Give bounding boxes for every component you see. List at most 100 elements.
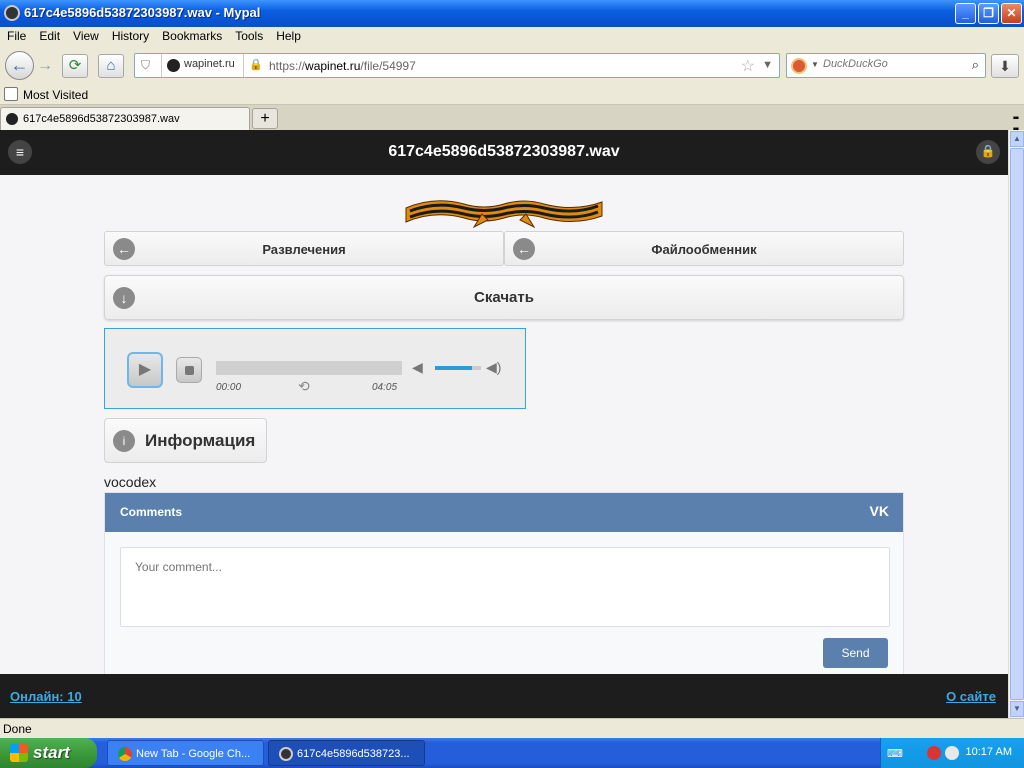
- menu-bookmarks[interactable]: Bookmarks: [155, 27, 228, 43]
- home-icon: ⌂: [106, 57, 116, 74]
- web-content: ≡ 617c4e5896d53872303987.wav 🔒 ← Развлеч…: [0, 130, 1008, 718]
- repeat-icon[interactable]: ⟲: [298, 378, 310, 395]
- taskbar-item-chrome[interactable]: New Tab - Google Ch...: [107, 740, 264, 766]
- home-button[interactable]: ⌂: [98, 54, 124, 78]
- play-icon: ▶: [138, 361, 152, 378]
- comment-input[interactable]: [120, 547, 890, 627]
- minimize-button[interactable]: _: [955, 3, 976, 24]
- tab-active[interactable]: 617c4e5896d53872303987.wav: [0, 107, 250, 130]
- taskbar-item-label: 617c4e5896d538723...: [297, 748, 410, 760]
- send-comment-button[interactable]: Send: [823, 638, 888, 668]
- menu-edit[interactable]: Edit: [32, 27, 66, 43]
- volume-max-icon[interactable]: ◀): [486, 359, 501, 376]
- close-button[interactable]: ✕: [1001, 3, 1022, 24]
- reload-button[interactable]: ⟳: [62, 54, 88, 78]
- stop-button[interactable]: [176, 357, 202, 383]
- comments-title: Comments: [120, 505, 183, 519]
- scroll-down-icon[interactable]: ▼: [1010, 701, 1024, 717]
- audio-player: ▶ 00:00 ⟲ 04:05 ◀ ◀): [104, 328, 526, 409]
- tab-title: 617c4e5896d53872303987.wav: [23, 113, 180, 125]
- menu-bar: File Edit View History Bookmarks Tools Help: [0, 27, 1024, 46]
- search-engine-dropdown-icon[interactable]: ▼: [811, 60, 819, 69]
- menu-history[interactable]: History: [105, 27, 155, 43]
- site-identity-label: wapinet.ru: [184, 58, 235, 70]
- url-prefix: https://: [269, 59, 306, 73]
- category-button-file-exchange[interactable]: ← Файлообменник: [504, 231, 904, 266]
- mute-icon[interactable]: ◀: [412, 359, 423, 376]
- seek-bar[interactable]: [216, 361, 402, 375]
- windows-logo-icon: [10, 744, 28, 762]
- online-users-link[interactable]: Онлайн: 10: [10, 689, 82, 704]
- volume-icon[interactable]: [945, 746, 959, 760]
- info-button[interactable]: i Информация: [104, 418, 267, 463]
- status-bar: Done: [0, 718, 1024, 738]
- about-site-link[interactable]: О сайте: [946, 689, 996, 704]
- new-tab-button[interactable]: +: [252, 108, 278, 129]
- system-tray: ⌨ 10:17 AM: [880, 738, 1024, 768]
- search-bar[interactable]: ▼ ⌕: [786, 53, 986, 78]
- menu-help[interactable]: Help: [269, 27, 307, 43]
- lock-icon: 🔒: [249, 59, 263, 71]
- tab-strip: 617c4e5896d53872303987.wav + ▪▪▪▪: [0, 105, 1024, 135]
- window-title: 617c4e5896d53872303987.wav - Mypal: [24, 5, 261, 20]
- downloads-button[interactable]: ⬇: [991, 54, 1019, 78]
- start-label: start: [33, 743, 70, 762]
- security-alert-icon[interactable]: [927, 746, 941, 760]
- download-button[interactable]: ↓ Скачать: [104, 275, 904, 320]
- start-button[interactable]: start: [0, 738, 97, 768]
- url-text[interactable]: https://wapinet.ru/file/54997: [269, 59, 416, 73]
- scrollbar-thumb[interactable]: [1010, 148, 1024, 700]
- menu-view[interactable]: View: [66, 27, 105, 43]
- most-visited-icon: [4, 87, 18, 101]
- mypal-icon: [279, 747, 293, 761]
- current-time: 00:00: [216, 382, 242, 393]
- search-icon[interactable]: ⌕: [972, 57, 979, 73]
- maximize-button[interactable]: ❐: [978, 3, 999, 24]
- taskbar-item-label: New Tab - Google Ch...: [136, 748, 251, 760]
- menu-file[interactable]: File: [0, 27, 32, 43]
- play-button[interactable]: ▶: [127, 352, 163, 388]
- keyboard-icon[interactable]: ⌨: [887, 747, 903, 760]
- scroll-up-icon[interactable]: ▲: [1010, 131, 1024, 147]
- duckduckgo-icon[interactable]: [791, 58, 807, 74]
- menu-tools[interactable]: Tools: [228, 27, 269, 43]
- taskbar-item-mypal[interactable]: 617c4e5896d538723...: [268, 740, 425, 766]
- volume-slider[interactable]: [435, 366, 481, 370]
- bookmarks-toolbar: Most Visited: [0, 84, 1024, 105]
- clock: 10:17 AM: [965, 746, 1012, 758]
- forward-button[interactable]: →: [35, 56, 55, 76]
- chevron-down-icon[interactable]: ▼: [762, 59, 773, 71]
- padlock-icon[interactable]: 🔒: [976, 140, 1000, 164]
- st-george-ribbon-logo: [405, 200, 603, 228]
- vk-comments-widget: Comments VK Send: [104, 492, 904, 683]
- category-button-entertainment[interactable]: ← Развлечения: [104, 231, 504, 266]
- comments-body: Send: [105, 532, 903, 683]
- bookmark-star-icon[interactable]: ☆: [741, 56, 755, 76]
- site-footer: Онлайн: 10 О сайте: [0, 674, 1008, 718]
- arrow-left-icon: ←: [10, 55, 29, 75]
- status-text: Done: [3, 722, 32, 736]
- site-identity[interactable]: wapinet.ru 🔒: [161, 54, 263, 77]
- search-input[interactable]: [823, 58, 963, 70]
- navigation-toolbar: ← → ⟳ ⌂ ⛉ wapinet.ru 🔒 https://wapinet.r…: [0, 46, 1024, 84]
- site-favicon-icon: [167, 59, 180, 72]
- shield-icon[interactable]: ⛉: [141, 58, 155, 73]
- url-bar[interactable]: ⛉ wapinet.ru 🔒 https://wapinet.ru/file/5…: [134, 53, 780, 78]
- page-title: 617c4e5896d53872303987.wav: [388, 143, 620, 160]
- plus-icon: +: [260, 110, 270, 127]
- info-label: Информация: [145, 431, 256, 450]
- vk-logo-icon[interactable]: VK: [870, 503, 889, 519]
- total-time: 04:05: [372, 382, 398, 393]
- info-icon: i: [113, 430, 135, 452]
- comments-header: Comments VK: [105, 493, 903, 532]
- bookmark-most-visited[interactable]: Most Visited: [23, 88, 88, 102]
- uploader-name: vocodex: [104, 474, 157, 490]
- vertical-scrollbar[interactable]: ▲ ▼: [1008, 130, 1024, 718]
- tab-favicon-icon: [6, 113, 18, 125]
- chrome-icon: [118, 747, 132, 761]
- back-button[interactable]: ←: [5, 51, 34, 80]
- mypal-app-icon: [4, 5, 20, 21]
- windows-taskbar: start New Tab - Google Ch... 617c4e5896d…: [0, 738, 1024, 768]
- category-label: Файлообменник: [651, 242, 757, 257]
- download-arrow-icon: ⬇: [999, 58, 1011, 74]
